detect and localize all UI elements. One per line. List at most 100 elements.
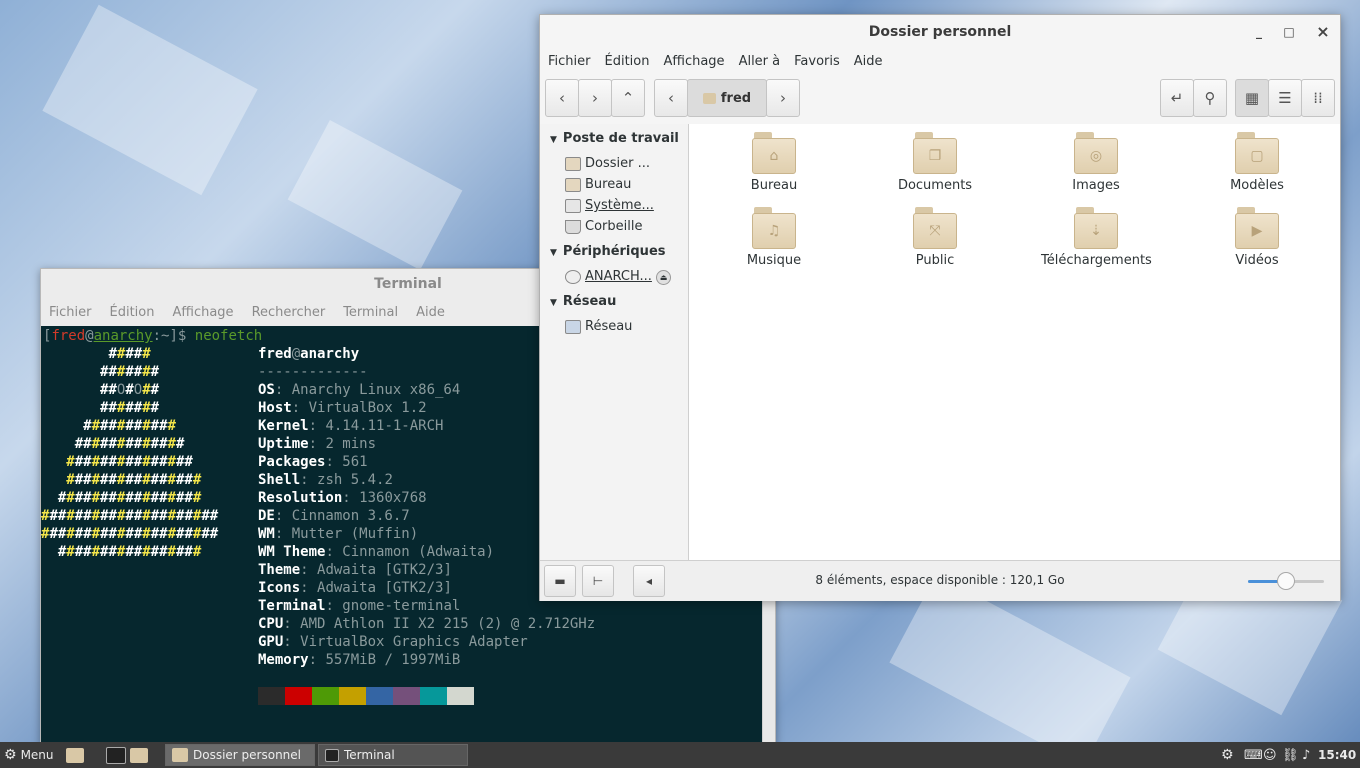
launcher-home[interactable] (66, 742, 89, 768)
folder-telechargements[interactable]: ⇣ Téléchargements (1041, 207, 1152, 268)
logo-line: ####### (100, 364, 160, 380)
info-value: Mutter (Muffin) (291, 526, 419, 542)
home-folder-icon (565, 156, 581, 171)
color-palette (258, 687, 474, 705)
menu-aller-a[interactable]: Aller à (739, 54, 781, 69)
chevron-right-icon: › (780, 89, 786, 107)
neofetch-info-line: Packages: 561 (258, 453, 368, 471)
back-button[interactable]: ‹ (545, 79, 579, 117)
info-colon: : (308, 418, 326, 434)
folder-view[interactable]: ⌂ Bureau ❐ Documents ◎ Images ▢ Modèles ♫ Mus… (689, 124, 1340, 560)
terminal-menu-terminal[interactable]: Terminal (343, 305, 398, 320)
icon-view-button[interactable]: ▦ (1235, 79, 1269, 117)
expander-icon: ▼ (550, 135, 557, 145)
neofetch-info-line: Uptime: 2 mins (258, 435, 376, 453)
search-button[interactable]: ⚲ (1193, 79, 1227, 117)
folder-images[interactable]: ◎ Images (1041, 132, 1151, 193)
info-value: Adwaita [GTK2/3] (317, 562, 452, 578)
minimize-button[interactable]: _ (1246, 15, 1272, 49)
close-button[interactable]: × (1310, 15, 1336, 49)
forward-button[interactable]: › (578, 79, 612, 117)
sidebar-item-reseau[interactable]: Réseau (565, 319, 632, 334)
info-colon: : (325, 544, 343, 560)
eject-icon[interactable]: ⏏ (656, 270, 671, 285)
path-prev-button[interactable]: ‹ (654, 79, 688, 117)
settings-tray-icon[interactable]: ⚙ (1221, 742, 1234, 768)
neofetch-info-line: Resolution: 1360x768 (258, 489, 427, 507)
menu-affichage[interactable]: Affichage (663, 54, 724, 69)
launcher-files[interactable] (130, 742, 153, 768)
show-places-button[interactable]: ▬ (544, 565, 576, 597)
file-manager-titlebar: Dossier personnel _ □ × (540, 15, 1340, 49)
sound-tray-icon[interactable]: ♪ (1302, 742, 1310, 768)
terminal-menu-rechercher[interactable]: Rechercher (252, 305, 326, 320)
compact-view-button[interactable]: ⁞⁞ (1301, 79, 1335, 117)
zoom-slider[interactable] (1248, 572, 1324, 590)
sidebar-section-poste[interactable]: ▼ Poste de travail (550, 131, 686, 146)
color-swatch (420, 687, 447, 705)
sidebar-item-bureau[interactable]: Bureau (565, 177, 631, 192)
info-value: Anarchy Linux x86_64 (291, 382, 461, 398)
logo-line: ##################### (41, 526, 219, 542)
public-folder-icon: ⤧ (913, 207, 957, 249)
path-next-button[interactable]: › (766, 79, 800, 117)
statusbar: ▬ ⊢ ◂ 8 éléments, espace disponible : 12… (540, 560, 1340, 601)
clock[interactable]: 15:40 (1318, 742, 1356, 768)
folder-videos[interactable]: ▶ Vidéos (1202, 207, 1312, 268)
info-colon: : (300, 580, 318, 596)
zoom-slider-handle[interactable] (1277, 572, 1295, 590)
info-colon: : (342, 490, 360, 506)
wallpaper-shape (889, 574, 1131, 766)
neofetch-info-line: OS: Anarchy Linux x86_64 (258, 381, 460, 399)
terminal-menu-aide[interactable]: Aide (416, 305, 445, 320)
folder-public[interactable]: ⤧ Public (880, 207, 990, 268)
menu-button[interactable]: ⚙ Menu (4, 742, 54, 768)
file-manager-window[interactable]: Dossier personnel _ □ × Fichier Édition … (539, 14, 1341, 601)
task-dossier-personnel[interactable]: Dossier personnel (165, 744, 315, 766)
sidebar-item-systeme[interactable]: Système... (565, 198, 654, 213)
sidebar-item-corbeille[interactable]: Corbeille (565, 219, 642, 234)
chevron-up-icon: ⌃ (621, 89, 635, 107)
terminal-menu-affichage[interactable]: Affichage (172, 305, 233, 320)
info-key: Shell (258, 472, 301, 488)
logo-line: ################# (57, 544, 202, 560)
sidebar-item-dossier-personnel[interactable]: Dossier ... (565, 156, 650, 171)
sidebar-section-peripheriques[interactable]: ▼ Périphériques (550, 244, 686, 259)
folder-modeles[interactable]: ▢ Modèles (1202, 132, 1312, 193)
folder-documents[interactable]: ❐ Documents (880, 132, 990, 193)
show-tree-button[interactable]: ⊢ (582, 565, 614, 597)
sidebar-item-anarchy-disc[interactable]: ANARCH... (565, 269, 652, 284)
task-terminal[interactable]: Terminal (318, 744, 468, 766)
up-button[interactable]: ⌃ (611, 79, 645, 117)
launcher-terminal[interactable] (106, 742, 131, 768)
sidebar-section-reseau[interactable]: ▼ Réseau (550, 294, 686, 309)
menu-edition[interactable]: Édition (605, 54, 650, 69)
hide-sidebar-button[interactable]: ◂ (633, 565, 665, 597)
location-toggle-button[interactable]: ↵ (1160, 79, 1194, 117)
terminal-menu-edition[interactable]: Édition (110, 305, 155, 320)
trash-icon (565, 219, 581, 234)
color-swatch (258, 687, 285, 705)
user-tray-icon[interactable]: ☺ (1263, 742, 1277, 768)
network-tray-icon[interactable]: ⛓ (1282, 742, 1299, 768)
menu-fichier[interactable]: Fichier (548, 54, 591, 69)
expander-icon: ▼ (550, 298, 557, 308)
folder-bureau[interactable]: ⌂ Bureau (719, 132, 829, 193)
info-colon: : (274, 508, 292, 524)
folder-musique[interactable]: ♫ Musique (719, 207, 829, 268)
info-colon: : (308, 652, 326, 668)
neofetch-info-line: Shell: zsh 5.4.2 (258, 471, 393, 489)
keyboard-tray-icon[interactable]: ⌨ (1244, 742, 1263, 768)
documents-folder-icon: ❐ (913, 132, 957, 174)
terminal-menu-fichier[interactable]: Fichier (49, 305, 92, 320)
path-button-home[interactable]: fred (687, 79, 767, 117)
maximize-button[interactable]: □ (1276, 15, 1302, 49)
menu-favoris[interactable]: Favoris (794, 54, 840, 69)
info-key: CPU (258, 616, 284, 632)
pictures-folder-icon: ◎ (1074, 132, 1118, 174)
neofetch-info-line: Host: VirtualBox 1.2 (258, 399, 427, 417)
menu-aide[interactable]: Aide (854, 54, 883, 69)
videos-folder-icon: ▶ (1235, 207, 1279, 249)
info-value: 2 mins (325, 436, 377, 452)
list-view-button[interactable]: ☰ (1268, 79, 1302, 117)
